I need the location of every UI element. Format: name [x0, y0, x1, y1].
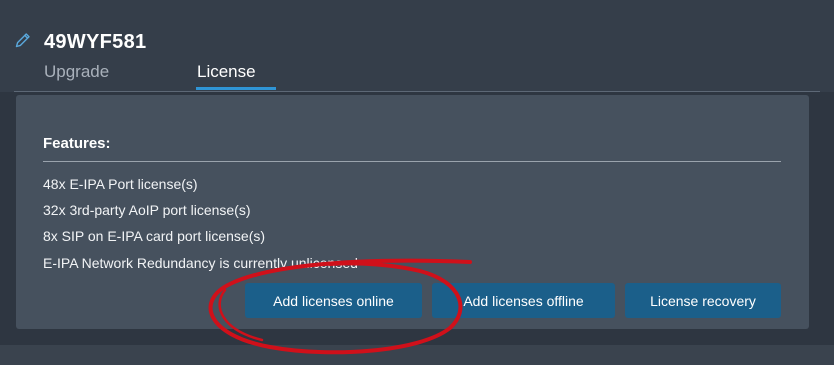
footer-strip	[0, 345, 834, 365]
feature-item: 32x 3rd-party AoIP port license(s)	[43, 202, 251, 218]
add-licenses-online-button[interactable]: Add licenses online	[245, 283, 422, 318]
feature-item: 48x E-IPA Port license(s)	[43, 176, 198, 192]
tab-license[interactable]: License	[197, 62, 256, 82]
feature-item: 8x SIP on E-IPA card port license(s)	[43, 228, 266, 244]
features-divider	[43, 161, 781, 162]
device-title-row: 49WYF581	[14, 30, 146, 54]
add-licenses-offline-button[interactable]: Add licenses offline	[432, 283, 615, 318]
device-name: 49WYF581	[44, 30, 147, 53]
features-title: Features:	[43, 135, 111, 152]
device-header: 49WYF581 Upgrade License	[0, 0, 834, 92]
license-panel: Features: 48x E-IPA Port license(s) 32x …	[16, 95, 809, 329]
active-tab-indicator	[196, 87, 276, 90]
license-window: 49WYF581 Upgrade License Features: 48x E…	[0, 0, 834, 365]
pencil-icon[interactable]	[14, 31, 44, 54]
header-divider	[14, 91, 820, 92]
feature-item: E-IPA Network Redundancy is currently un…	[43, 255, 358, 271]
license-recovery-button[interactable]: License recovery	[625, 283, 781, 318]
tab-upgrade[interactable]: Upgrade	[44, 62, 109, 82]
